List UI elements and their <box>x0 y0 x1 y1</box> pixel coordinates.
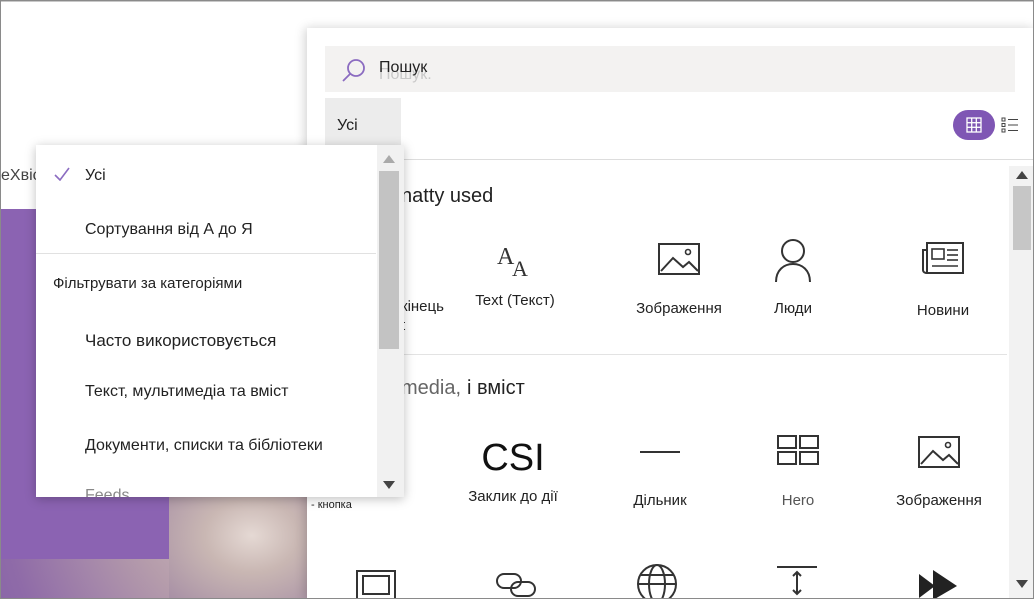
call-to-action-icon: CSI <box>481 437 545 479</box>
link-icon <box>496 573 536 597</box>
section-title-media-partial: media, <box>401 377 462 399</box>
image-icon <box>918 436 960 468</box>
dropdown-scroll-up-arrow[interactable] <box>383 155 395 163</box>
text-icon: A A <box>497 244 528 280</box>
tab-all-label: Усі <box>337 117 358 134</box>
panel-scroll-down-arrow[interactable] <box>1016 580 1028 588</box>
divider-icon <box>640 451 680 453</box>
webpart-tile-call-to-action[interactable]: CSI Заклик до дії <box>458 436 568 505</box>
search-input[interactable]: Пошук <box>379 59 427 77</box>
section-title-media: і вміст <box>467 377 525 399</box>
search-icon <box>342 59 365 82</box>
person-icon <box>775 239 811 283</box>
webpart-tile-divider[interactable]: Дільник <box>605 434 715 509</box>
dropdown-item-documents[interactable]: Документи, списки та бібліотеки <box>85 437 323 455</box>
dropdown-scroll-down-arrow[interactable] <box>383 481 395 489</box>
tile-label: Зображення <box>636 300 722 317</box>
checkmark-icon <box>54 167 70 181</box>
gallery-icon <box>356 570 396 598</box>
webpart-tile-text[interactable]: A A Text (Текст) <box>460 240 570 309</box>
webpart-tile-people[interactable]: Люди <box>738 238 848 317</box>
dropdown-item-frequent[interactable]: Часто використовується <box>85 331 276 351</box>
filter-dropdown: Усі Сортування від А до Я Фільтрувати за… <box>36 145 404 497</box>
tile-label: Hero <box>781 492 815 509</box>
webpart-toolbox-panel: Пошук. Пошук Усі natty used кінець A A T… <box>307 28 1033 598</box>
search-box[interactable]: Пошук. Пошук <box>325 46 1015 92</box>
list-view-icon[interactable] <box>1001 117 1019 133</box>
tile-label: Новини <box>916 302 970 319</box>
globe-icon <box>637 564 677 598</box>
dropdown-divider <box>36 253 376 254</box>
dropdown-item-all[interactable]: Усі <box>85 167 106 185</box>
section-divider <box>307 354 1007 355</box>
section-title-frequent: natty used <box>401 185 494 207</box>
button-caption: - кнопка <box>311 499 352 511</box>
top-border <box>1 1 1033 2</box>
dropdown-item-feeds[interactable]: Feeds <box>85 487 129 497</box>
tile-label: Дільник <box>633 492 687 509</box>
news-icon <box>922 242 964 274</box>
panel-divider <box>307 159 1033 160</box>
tile-label: Зображення <box>896 492 982 509</box>
grid-icon <box>966 117 982 133</box>
spacer-icon <box>777 566 817 596</box>
tile-label: Заклик до дії <box>468 488 558 505</box>
app-frame: еХвіст Пошук. Пошук Усі natty used кінец… <box>0 0 1034 599</box>
stream-icon <box>919 570 957 598</box>
dropdown-scrollbar-thumb[interactable] <box>379 171 399 349</box>
image-icon <box>658 243 700 275</box>
dropdown-group-header: Фільтрувати за категоріями <box>53 275 243 292</box>
dropdown-item-sort-az[interactable]: Сортування від А до Я <box>85 221 253 239</box>
webpart-tile-news[interactable]: Новини <box>888 240 998 319</box>
tile-label: Text (Текст) <box>475 292 555 309</box>
webpart-tile-image[interactable]: Зображення <box>624 240 734 317</box>
hero-icon <box>777 435 819 465</box>
svg-text:A: A <box>512 256 528 280</box>
tile-label: Люди <box>774 300 812 317</box>
webpart-tile-hero[interactable]: Hero <box>743 434 853 509</box>
dropdown-item-text-media[interactable]: Текст, мультимедіа та вміст <box>85 383 288 401</box>
panel-scrollbar-thumb[interactable] <box>1013 186 1031 250</box>
grid-view-toggle[interactable] <box>953 110 995 140</box>
panel-scroll-up-arrow[interactable] <box>1016 171 1028 179</box>
webpart-tile-image-2[interactable]: Зображення <box>884 434 994 509</box>
